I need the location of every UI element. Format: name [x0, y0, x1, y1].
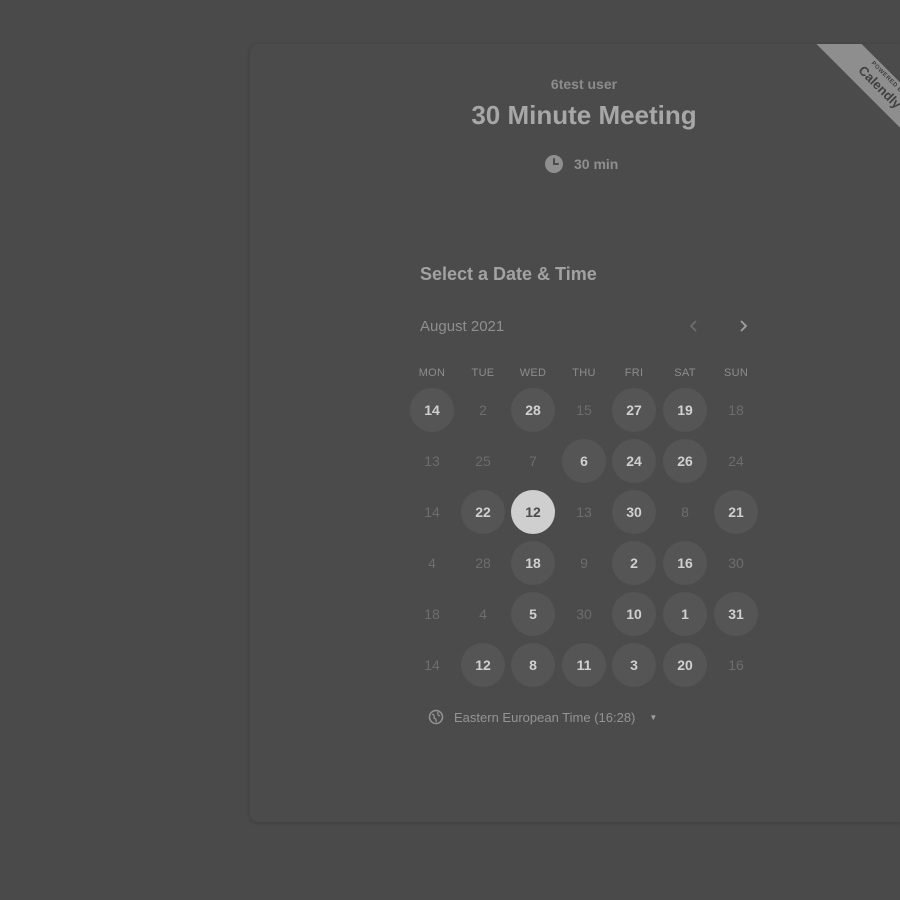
chevron-right-icon — [740, 320, 748, 332]
day-cell-unavailable: 4 — [428, 555, 436, 571]
day-cell-unavailable: 8 — [681, 504, 689, 520]
day-cell-unavailable: 2 — [479, 402, 487, 418]
day-cell-unavailable: 16 — [728, 657, 744, 673]
day-cell-unavailable: 18 — [728, 402, 744, 418]
day-cell-available[interactable]: 12 — [461, 643, 505, 687]
day-cell-available[interactable]: 8 — [511, 643, 555, 687]
day-cell-available[interactable]: 6 — [562, 439, 606, 483]
page: POWERED BY Calendly 6test user 30 Minute… — [0, 0, 900, 900]
day-cell-available[interactable]: 5 — [511, 592, 555, 636]
clock-icon — [545, 155, 563, 173]
previous-month-button[interactable] — [684, 316, 704, 336]
day-cell-available[interactable]: 26 — [663, 439, 707, 483]
day-cell-unavailable: 18 — [424, 606, 440, 622]
picker-heading: Select a Date & Time — [420, 264, 597, 284]
day-cell-available[interactable]: 30 — [612, 490, 656, 534]
day-cell-available[interactable]: 1 — [663, 592, 707, 636]
duration-label: 30 min — [574, 156, 619, 172]
day-cell-unavailable: 25 — [475, 453, 491, 469]
weekday-mon: MON — [418, 367, 446, 379]
day-cell-unavailable: 7 — [529, 453, 537, 469]
day-cell-available[interactable]: 3 — [612, 643, 656, 687]
day-cell-selected[interactable]: 12 — [511, 490, 555, 534]
day-cell-unavailable: 30 — [728, 555, 744, 571]
day-cell-unavailable: 24 — [728, 453, 744, 469]
weekday-tue: TUE — [471, 367, 495, 379]
timezone-selector[interactable]: Eastern European Time (16:28) ▼ — [428, 709, 657, 725]
day-cell-available[interactable]: 28 — [511, 388, 555, 432]
chevron-left-icon — [689, 320, 697, 332]
weekday-sun: SUN — [723, 367, 749, 379]
globe-icon — [428, 709, 444, 725]
timezone-label: Eastern European Time (16:28) — [454, 709, 636, 725]
day-cell-unavailable: 14 — [424, 657, 440, 673]
weekday-sat: SAT — [674, 367, 696, 379]
day-cell-unavailable: 28 — [475, 555, 491, 571]
day-cell-available[interactable]: 19 — [663, 388, 707, 432]
day-cell-available[interactable]: 14 — [410, 388, 454, 432]
day-cell-available[interactable]: 2 — [612, 541, 656, 585]
weekday-thu: THU — [572, 367, 596, 379]
day-cell-available[interactable]: 18 — [511, 541, 555, 585]
weekday-fri: FRI — [624, 367, 644, 379]
caret-down-icon: ▼ — [649, 712, 658, 722]
day-cell-available[interactable]: 24 — [612, 439, 656, 483]
day-cell-unavailable: 30 — [576, 606, 592, 622]
day-cell-available[interactable]: 22 — [461, 490, 505, 534]
month-label: August 2021 — [420, 318, 505, 335]
next-month-button[interactable] — [733, 316, 753, 336]
day-cell-available[interactable]: 31 — [714, 592, 758, 636]
day-cell-unavailable: 4 — [479, 606, 487, 622]
day-cell-available[interactable]: 10 — [612, 592, 656, 636]
day-cell-available[interactable]: 27 — [612, 388, 656, 432]
event-duration: 30 min — [544, 154, 618, 174]
day-cell-available[interactable]: 20 — [663, 643, 707, 687]
weekday-wed: WED — [519, 367, 547, 379]
day-cell-unavailable: 9 — [580, 555, 588, 571]
day-cell-unavailable: 13 — [576, 504, 592, 520]
day-cell-available[interactable]: 11 — [562, 643, 606, 687]
host-name: 6test user — [550, 76, 618, 92]
day-cell-unavailable: 15 — [576, 402, 592, 418]
day-cell-available[interactable]: 16 — [663, 541, 707, 585]
day-cell-unavailable: 14 — [424, 504, 440, 520]
event-title: 30 Minute Meeting — [471, 100, 697, 130]
day-cell-unavailable: 13 — [424, 453, 440, 469]
day-cell-available[interactable]: 21 — [714, 490, 758, 534]
